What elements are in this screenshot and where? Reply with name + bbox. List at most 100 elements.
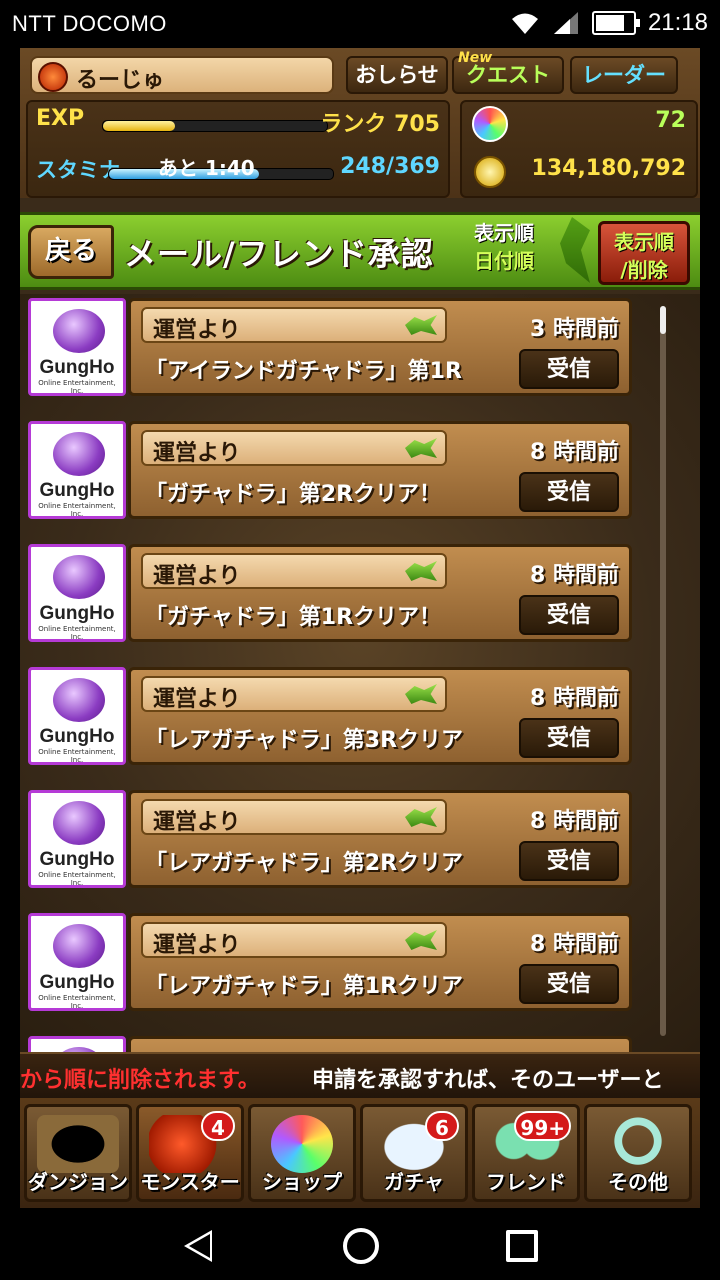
news-button[interactable]: おしらせ: [346, 56, 448, 94]
coin-count: 134,180,792: [531, 156, 686, 181]
player-hud: るーじゅ おしらせ クエスト New レーダー EXP ランク 705 スタミナ…: [20, 48, 700, 198]
magic-stone-count: 72: [655, 108, 686, 133]
back-button[interactable]: 戻る: [28, 225, 114, 279]
dungeon-gate-icon: [37, 1115, 119, 1173]
receive-button[interactable]: 受信: [519, 472, 619, 512]
receive-button[interactable]: 受信: [519, 718, 619, 758]
mini-dragon-icon: [405, 561, 437, 581]
mail-sender: 運営より: [153, 933, 241, 958]
sender-box: 運営より: [141, 307, 447, 343]
radar-button[interactable]: レーダー: [570, 56, 678, 94]
coin-icon: [474, 156, 506, 188]
sort-order-label: 表示順 日付順: [474, 219, 534, 275]
nav-dungeon[interactable]: ダンジョン: [24, 1104, 132, 1202]
stamina-value: 248/369: [340, 154, 440, 179]
list-item-partial[interactable]: [28, 1036, 632, 1052]
stamina-recovery-time: あと 1:40: [158, 156, 255, 180]
gungho-logo-icon: [53, 678, 105, 722]
receive-button[interactable]: 受信: [519, 349, 619, 389]
avatar-brand: GungHo: [39, 603, 115, 624]
mail-time: 8 時間前: [530, 686, 619, 711]
bottom-nav: ダンジョン 4 モンスター ショップ 6 ガチャ 99+ フレンド その他: [20, 1098, 700, 1208]
home-circle-icon[interactable]: [343, 1228, 379, 1264]
nav-label: モンスター: [140, 1170, 240, 1194]
mail-time: 8 時間前: [530, 809, 619, 834]
mail-list[interactable]: GungHo Online Entertainment, Inc. 運営より 3…: [20, 294, 700, 1052]
receive-button[interactable]: 受信: [519, 595, 619, 635]
sort-order-title: 表示順: [474, 221, 534, 245]
dragon-icon: [560, 217, 590, 283]
sender-box: 運営より: [141, 799, 447, 835]
mail-time: 3 時間前: [530, 317, 619, 342]
nav-other[interactable]: その他: [584, 1104, 692, 1202]
carrier-name: NTT DOCOMO: [12, 11, 167, 36]
sort-delete-button[interactable]: 表示順 /削除: [598, 221, 690, 285]
sort-order-value: 日付順: [474, 249, 534, 273]
sender-box: 運営より: [141, 676, 447, 712]
mini-dragon-icon: [405, 807, 437, 827]
player-name: るーじゅ: [76, 68, 165, 93]
mail-subject: 「レアガチャドラ」第3Rクリア: [145, 728, 464, 753]
exp-bar: [102, 120, 328, 132]
nav-gacha[interactable]: 6 ガチャ: [360, 1104, 468, 1202]
mini-dragon-icon: [405, 930, 437, 950]
mini-dragon-icon: [405, 438, 437, 458]
avatar-brand: GungHo: [39, 726, 115, 747]
scrollbar[interactable]: [660, 306, 666, 1036]
avatar-brand: GungHo: [39, 849, 115, 870]
ticker-text-red: から順に削除されます。: [20, 1068, 260, 1093]
gacha-badge: 6: [425, 1111, 459, 1141]
scroll-thumb[interactable]: [660, 306, 666, 334]
wifi-icon: [511, 13, 538, 34]
resources-panel: 72 134,180,792: [460, 100, 698, 198]
list-item[interactable]: GungHo Online Entertainment, Inc. 運営より 3…: [28, 298, 632, 402]
nav-friend[interactable]: 99+ フレンド: [472, 1104, 580, 1202]
nav-label: その他: [608, 1170, 668, 1194]
ticker-text-white: 申請を承認すれば、そのユーザーと: [312, 1068, 664, 1093]
mail-card[interactable]: 運営より 8 時間前 「ガチャドラ」第2Rクリア！ 受信: [128, 421, 632, 519]
mail-card[interactable]: 運営より 8 時間前 「ガチャドラ」第1Rクリア！ 受信: [128, 544, 632, 642]
nav-shop[interactable]: ショップ: [248, 1104, 356, 1202]
status-bar: NTT DOCOMO 21:18: [0, 0, 720, 48]
avatar-brand-sub: Online Entertainment, Inc.: [38, 994, 116, 1010]
question-icon: [597, 1115, 679, 1173]
list-item[interactable]: GungHo Online Entertainment, Inc. 運営より 8…: [28, 544, 632, 648]
mail-card[interactable]: 運営より 8 時間前 「レアガチャドラ」第1Rクリア 受信: [128, 913, 632, 1011]
mail-sender: 運営より: [153, 687, 241, 712]
mail-card[interactable]: 運営より 8 時間前 「レアガチャドラ」第2Rクリア 受信: [128, 790, 632, 888]
list-item[interactable]: GungHo Online Entertainment, Inc. 運営より 8…: [28, 790, 632, 894]
mail-subject: 「レアガチャドラ」第2Rクリア: [145, 851, 464, 876]
nav-label: フレンド: [486, 1170, 566, 1194]
mini-dragon-icon: [405, 315, 437, 335]
list-item[interactable]: GungHo Online Entertainment, Inc. 運営より 8…: [28, 913, 632, 1017]
news-ticker: から順に削除されます。 申請を承認すれば、そのユーザーと: [20, 1052, 700, 1098]
avatar-brand: GungHo: [39, 480, 115, 501]
sender-avatar: GungHo Online Entertainment, Inc.: [28, 421, 126, 519]
mail-time: 8 時間前: [530, 932, 619, 957]
receive-button[interactable]: 受信: [519, 841, 619, 881]
mail-card[interactable]: 運営より 3 時間前 「アイランドガチャドラ」第1R 受信: [128, 298, 632, 396]
status-icons: 21:18: [510, 9, 708, 37]
mini-dragon-icon: [405, 684, 437, 704]
exp-label: EXP: [36, 106, 85, 131]
mail-time: 8 時間前: [530, 563, 619, 588]
sender-avatar: GungHo Online Entertainment, Inc.: [28, 790, 126, 888]
player-name-box[interactable]: るーじゅ: [30, 56, 334, 94]
sender-avatar: GungHo Online Entertainment, Inc.: [28, 298, 126, 396]
mail-card[interactable]: [128, 1036, 632, 1052]
mail-card[interactable]: 運営より 8 時間前 「レアガチャドラ」第3Rクリア 受信: [128, 667, 632, 765]
player-rank-icon: [38, 62, 68, 92]
list-item[interactable]: GungHo Online Entertainment, Inc. 運営より 8…: [28, 421, 632, 525]
receive-button[interactable]: 受信: [519, 964, 619, 1004]
list-item[interactable]: GungHo Online Entertainment, Inc. 運営より 8…: [28, 667, 632, 771]
mail-sender: 運営より: [153, 318, 241, 343]
mail-sender: 運営より: [153, 564, 241, 589]
recent-apps-icon[interactable]: [506, 1230, 538, 1262]
gem-icon: [271, 1115, 333, 1173]
nav-monster[interactable]: 4 モンスター: [136, 1104, 244, 1202]
avatar-brand-sub: Online Entertainment, Inc.: [38, 748, 116, 764]
sender-box: 運営より: [141, 553, 447, 589]
back-triangle-icon[interactable]: [184, 1230, 212, 1262]
mail-sender: 運営より: [153, 810, 241, 835]
monster-badge: 4: [201, 1111, 235, 1141]
